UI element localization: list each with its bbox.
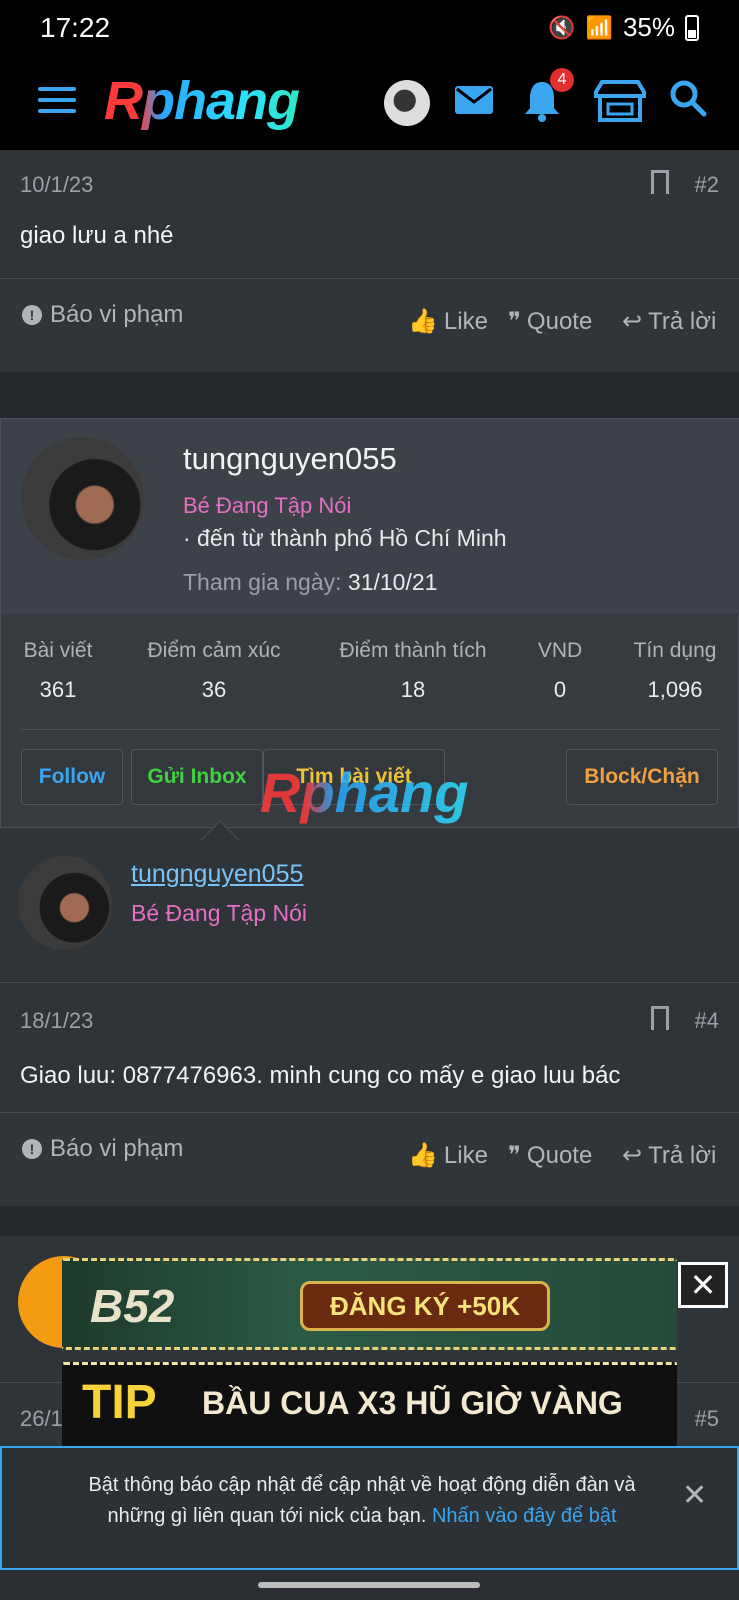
store-icon[interactable] [592, 78, 648, 129]
like-button[interactable]: 👍 Like [408, 307, 488, 336]
send-inbox-button[interactable]: Gửi Inbox [131, 749, 263, 805]
member-username[interactable]: tungnguyen055 [183, 441, 397, 477]
post-number[interactable]: #2 [695, 172, 719, 198]
ad-brand: TIP [82, 1376, 157, 1429]
post-separator [0, 372, 739, 418]
ad-text: BẦU CUA X3 HŨ GIỜ VÀNG [202, 1385, 623, 1421]
top-navigation: Rphang 4 [0, 54, 739, 150]
watermark-logo: Rphang [260, 761, 469, 824]
thumbs-up-icon: 👍 [408, 308, 438, 335]
follow-button[interactable]: Follow [21, 749, 123, 805]
alert-icon: ! [22, 1139, 42, 1159]
reply-icon: ↩ [622, 1142, 643, 1169]
post-number[interactable]: #5 [695, 1406, 719, 1432]
ad-close-button[interactable]: ✕ [678, 1262, 728, 1308]
bookmark-icon[interactable] [651, 1006, 669, 1033]
notification-badge: 4 [550, 68, 574, 92]
notice-message: Bật thông báo cập nhật để cập nhật về ho… [88, 1474, 636, 1527]
close-icon[interactable]: ✕ [682, 1478, 707, 1513]
alert-icon: ! [22, 305, 42, 325]
post-number[interactable]: #4 [695, 1008, 719, 1034]
stat-trophies[interactable]: Điểm thành tích 18 [329, 639, 497, 703]
member-joined: Tham gia ngày: 31/10/21 [183, 569, 438, 595]
report-button[interactable]: ! Báo vi phạm [22, 1135, 183, 1163]
bookmark-icon[interactable] [651, 170, 669, 197]
thumbs-up-icon: 👍 [408, 1142, 438, 1169]
quote-button[interactable]: ❞ Quote [508, 1141, 592, 1170]
status-time: 17:22 [40, 12, 111, 43]
member-avatar[interactable] [21, 437, 144, 560]
user-avatar[interactable] [384, 80, 430, 126]
inbox-icon[interactable] [452, 78, 496, 127]
member-title: Bé Đang Tập Nói [183, 493, 352, 518]
author-avatar[interactable] [18, 856, 112, 950]
battery-icon [685, 14, 699, 41]
ad-brand: B52 [90, 1280, 175, 1332]
menu-icon[interactable] [38, 87, 76, 117]
divider [21, 729, 720, 730]
divider [0, 982, 739, 983]
quote-icon: ❞ [508, 1142, 521, 1169]
quote-icon: ❞ [508, 308, 521, 335]
search-icon[interactable] [668, 78, 708, 123]
post-date: 10/1/23 [20, 172, 94, 197]
stat-reactions[interactable]: Điểm cảm xúc 36 [135, 639, 293, 703]
post-card: 18/1/23 #4 Giao luu: 0877476963. minh cu… [0, 982, 739, 1206]
author-title: Bé Đang Tập Nói [131, 900, 308, 926]
ad-banner[interactable]: B52 ĐĂNG KÝ +50K [62, 1258, 677, 1350]
author-username[interactable]: tungnguyen055 [131, 860, 303, 889]
push-notification-prompt: Bật thông báo cập nhật để cập nhật về ho… [0, 1446, 739, 1570]
site-logo[interactable]: Rphang [104, 70, 300, 132]
ad-cta[interactable]: ĐĂNG KÝ +50K [300, 1281, 550, 1331]
member-location: · đến từ thành phố Hồ Chí Minh [183, 525, 507, 551]
wifi-icon: 📶 [585, 14, 613, 40]
status-icons: 🔇 📶 35% [548, 12, 699, 43]
post-content: Giao luu: 0877476963. minh cung co mấy e… [20, 1062, 621, 1089]
stat-credit: Tín dụng 1,096 [633, 639, 717, 702]
post-date: 18/1/23 [20, 1008, 94, 1033]
report-button[interactable]: ! Báo vi phạm [22, 301, 183, 329]
stat-vnd: VND 0 [537, 639, 583, 702]
quote-button[interactable]: ❞ Quote [508, 307, 592, 336]
ad-banner[interactable]: TIP BẦU CUA X3 HŨ GIỜ VÀNG [62, 1362, 677, 1446]
post-actions: ! Báo vi phạm 👍 Like ❞ Quote ↩ Trả lời [0, 279, 739, 369]
post-date: 26/1 [20, 1406, 63, 1431]
battery-level: 35% [622, 12, 675, 42]
mute-icon: 🔇 [548, 14, 576, 40]
status-bar: 17:22 🔇 📶 35% [0, 0, 739, 54]
post-actions: ! Báo vi phạm 👍 Like ❞ Quote ↩ Trả lời [0, 1113, 739, 1203]
like-button[interactable]: 👍 Like [408, 1141, 488, 1170]
reply-button[interactable]: ↩ Trả lời [622, 1141, 716, 1170]
reply-button[interactable]: ↩ Trả lời [622, 307, 716, 336]
stat-posts[interactable]: Bài viết 361 [15, 639, 101, 703]
home-indicator[interactable] [258, 1582, 480, 1588]
block-button[interactable]: Block/Chặn [566, 749, 718, 805]
enable-notifications-link[interactable]: Nhấn vào đây để bật [432, 1505, 617, 1527]
post-card: 10/1/23 #2 giao lưu a nhé ! Báo vi phạm 👍… [0, 150, 739, 372]
post-separator [0, 1206, 739, 1236]
post-content: giao lưu a nhé [20, 222, 174, 249]
reply-icon: ↩ [622, 308, 643, 335]
